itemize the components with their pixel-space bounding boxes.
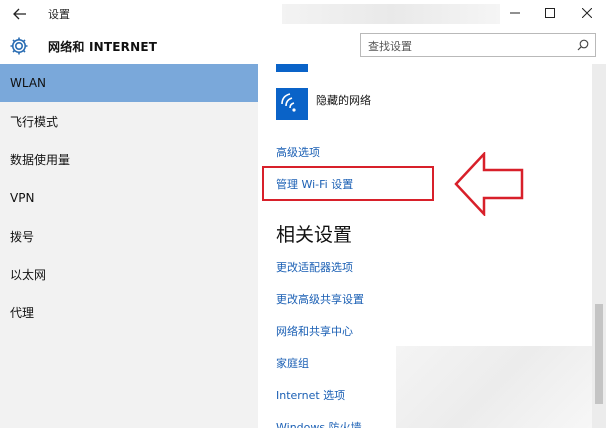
annotation-highlight-box (262, 166, 434, 201)
gear-icon (10, 37, 28, 55)
related-settings-heading: 相关设置 (276, 224, 353, 246)
minimize-icon (510, 12, 520, 14)
search-input[interactable]: 查找设置 (360, 33, 596, 57)
content-scrollbar[interactable] (592, 64, 606, 428)
wifi-icon (281, 93, 296, 112)
sidebar: WLAN 飞行模式 数据使用量 VPN 拨号 以太网 代理 (0, 64, 258, 428)
maximize-icon (545, 8, 555, 18)
windows-firewall-link[interactable]: Windows 防火墙 (276, 419, 362, 428)
obscured-region (282, 4, 500, 24)
search-icon[interactable] (577, 39, 589, 51)
sidebar-item-vpn[interactable]: VPN (0, 179, 258, 217)
settings-window: 设置 网络和 INTERNET 查找设置 WLAN 飞行模式 数据使用量 VPN… (0, 0, 606, 428)
change-adapter-options-link[interactable]: 更改适配器选项 (276, 259, 353, 275)
title-bar: 设置 (0, 0, 606, 28)
sidebar-item-dialup[interactable]: 拨号 (0, 218, 258, 256)
close-icon (582, 8, 592, 18)
sidebar-item-data-usage[interactable]: 数据使用量 (0, 141, 258, 179)
sidebar-item-ethernet[interactable]: 以太网 (0, 256, 258, 294)
scrollbar-thumb[interactable] (595, 304, 603, 404)
advanced-options-link[interactable]: 高级选项 (276, 144, 320, 160)
advanced-sharing-link[interactable]: 更改高级共享设置 (276, 291, 364, 307)
back-button[interactable] (10, 4, 30, 24)
maximize-button[interactable] (538, 2, 562, 24)
network-item-partial[interactable] (276, 64, 308, 78)
page-title: 网络和 INTERNET (48, 40, 158, 54)
wifi-icon (283, 72, 301, 78)
sidebar-item-airplane-mode[interactable]: 飞行模式 (0, 103, 258, 141)
sidebar-item-wlan[interactable]: WLAN (0, 64, 258, 102)
arrow-left-icon (454, 152, 524, 216)
internet-options-link[interactable]: Internet 选项 (276, 387, 345, 403)
network-item-hidden[interactable] (276, 88, 308, 120)
obscured-region-bottom (396, 346, 592, 428)
search-placeholder: 查找设置 (368, 40, 412, 53)
close-button[interactable] (575, 2, 599, 24)
page-header: 网络和 INTERNET 查找设置 (0, 28, 606, 64)
back-arrow-icon (13, 8, 26, 20)
network-sharing-center-link[interactable]: 网络和共享中心 (276, 323, 353, 339)
sidebar-item-proxy[interactable]: 代理 (0, 294, 258, 332)
hidden-network-label: 隐藏的网络 (316, 94, 371, 107)
minimize-button[interactable] (503, 2, 527, 24)
window-title: 设置 (48, 8, 70, 21)
homegroup-link[interactable]: 家庭组 (276, 355, 309, 371)
